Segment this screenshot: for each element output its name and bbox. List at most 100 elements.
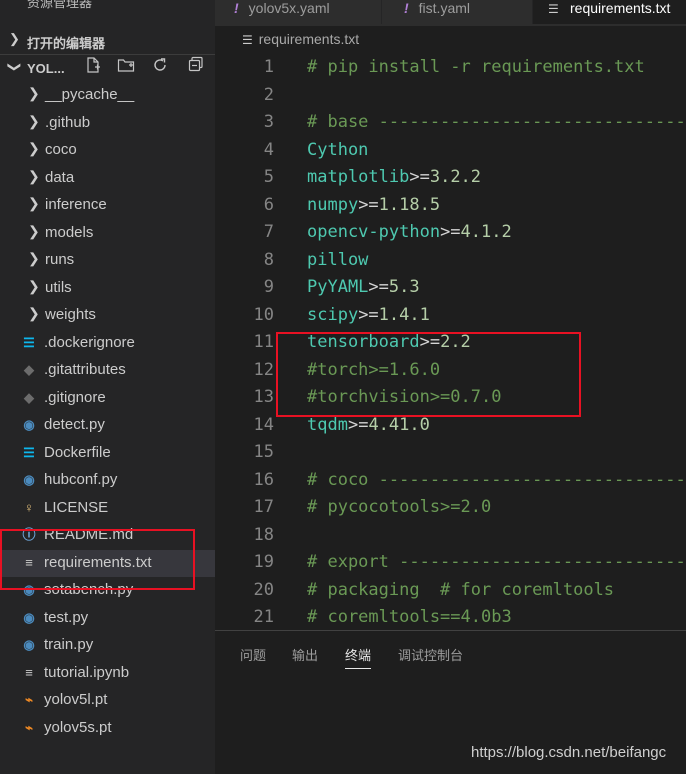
tree-folder[interactable]: ❯ .github: [0, 110, 215, 137]
tab-yolov5x-yaml[interactable]: ! yolov5x.yaml: [215, 0, 382, 24]
tab-fist-yaml[interactable]: ! fist.yaml: [382, 0, 533, 24]
code-line[interactable]: 18: [215, 522, 686, 549]
line-number: 12: [253, 359, 274, 380]
panel-tab-problems[interactable]: 问题: [240, 645, 266, 668]
tree-file[interactable]: ◉ test.py: [0, 605, 215, 632]
project-section[interactable]: ❯ YOL...: [0, 54, 215, 82]
code-line[interactable]: 20 # packaging # for coremltools: [215, 577, 686, 604]
git-icon: ◆: [24, 362, 34, 377]
panel-tab-debug-console[interactable]: 调试控制台: [398, 645, 463, 668]
line-number: 15: [253, 442, 274, 462]
tree-file[interactable]: ⌁ yolov5l.pt: [0, 687, 215, 714]
panel-tab-output[interactable]: 输出: [292, 645, 318, 668]
tree-item-label: utils: [45, 278, 72, 296]
code-text: tqdm>=4.41.0: [307, 414, 430, 435]
tree-file[interactable]: ◉ detect.py: [0, 412, 215, 439]
tab-label: yolov5x.yaml: [248, 0, 330, 16]
tree-item-label: detect.py: [44, 416, 105, 433]
project-label: YOL...: [27, 61, 65, 76]
more-actions-icon[interactable]: ···: [172, 0, 191, 7]
open-editors-section[interactable]: ❯ 打开的编辑器: [0, 27, 215, 54]
code-line[interactable]: 9 PyYAML>=5.3: [215, 274, 686, 301]
breadcrumb[interactable]: ☰ requirements.txt: [242, 31, 359, 47]
python-icon: ◉: [23, 609, 35, 625]
line-number: 3: [263, 112, 274, 132]
code-line[interactable]: 1 # pip install -r requirements.txt: [215, 54, 686, 81]
tree-file[interactable]: ≡ tutorial.ipynb: [0, 660, 215, 687]
line-number: 18: [253, 524, 274, 545]
tree-folder[interactable]: ❯ weights: [0, 302, 215, 329]
tree-item-label: .gitattributes: [44, 361, 126, 378]
tree-item-label: .dockerignore: [44, 333, 135, 351]
code-line[interactable]: 6 numpy>=1.18.5: [215, 192, 686, 219]
code-line[interactable]: 17 # pycocotools>=2.0: [215, 494, 686, 521]
tree-file[interactable]: ⌁ yolov5s.pt: [0, 715, 215, 742]
line-number: 6: [263, 194, 274, 215]
tree-file[interactable]: ◆ .gitignore: [0, 385, 215, 412]
line-number: 11: [253, 332, 274, 352]
new-folder-icon[interactable]: [116, 56, 136, 80]
tree-folder[interactable]: ❯ coco: [0, 137, 215, 164]
new-file-icon[interactable]: [83, 56, 103, 80]
tree-folder[interactable]: ❯ inference: [0, 192, 215, 219]
tree-item-label: tutorial.ipynb: [44, 663, 130, 681]
code-text: # packaging # for coremltools: [307, 579, 615, 600]
tree-folder[interactable]: ❯ models: [0, 220, 215, 247]
tree-item-label: data: [45, 168, 75, 186]
tree-folder[interactable]: ❯ data: [0, 165, 215, 192]
tree-file[interactable]: ◉ hubconf.py: [0, 467, 215, 494]
code-line[interactable]: 16 # coco -------------------------------…: [215, 467, 686, 494]
tree-file[interactable]: ♀ LICENSE: [0, 495, 215, 522]
code-line[interactable]: 7 opencv-python>=4.1.2: [215, 219, 686, 246]
tree-file[interactable]: ◆ .gitattributes: [0, 357, 215, 384]
open-editors-label: 打开的编辑器: [27, 36, 106, 51]
code-text: matplotlib>=3.2.2: [307, 167, 482, 187]
code-text: # base ---------------------------------…: [307, 112, 686, 132]
tree-folder[interactable]: ❯ __pycache__: [0, 82, 215, 109]
chevron-right-icon: ❯: [28, 167, 40, 184]
code-line[interactable]: 19 # export -----------------------------…: [215, 549, 686, 576]
code-line[interactable]: 3 # base --------------------------------…: [215, 109, 686, 136]
chevron-right-icon: ❯: [28, 222, 40, 239]
tree-file[interactable]: ☰ Dockerfile: [0, 440, 215, 467]
tree-item-label: train.py: [44, 636, 94, 653]
code-text: Cython: [307, 139, 369, 160]
code-text: # coco ---------------------------------…: [307, 469, 686, 490]
chevron-right-icon: ❯: [28, 277, 40, 294]
license-icon: ♀: [24, 499, 34, 515]
code-line[interactable]: 5 matplotlib>=3.2.2: [215, 164, 686, 191]
code-line[interactable]: 2: [215, 82, 686, 109]
code-line[interactable]: 10 scipy>=1.4.1: [215, 302, 686, 329]
code-text: # export -------------------------------…: [307, 552, 686, 572]
collapse-all-icon[interactable]: [186, 56, 206, 80]
breadcrumb-file: requirements.txt: [258, 31, 360, 47]
python-icon: ◉: [23, 637, 35, 652]
tree-item-label: .gitignore: [44, 388, 106, 406]
tree-file[interactable]: ☰ .dockerignore: [0, 330, 215, 357]
annotation-box-requirements-file: [0, 529, 195, 590]
tab-requirements-txt[interactable]: ☰ requirements.txt: [533, 0, 686, 24]
tree-folder[interactable]: ❯ utils: [0, 275, 215, 302]
chevron-right-icon: ❯: [28, 85, 40, 101]
tree-item-label: hubconf.py: [44, 471, 118, 488]
watermark: https://blog.csdn.net/beifangc: [471, 744, 667, 761]
tab-bar: ! yolov5x.yaml ! fist.yaml ☰ requirements.t…: [215, 0, 686, 26]
refresh-icon[interactable]: [150, 56, 170, 80]
chevron-right-icon: ❯: [28, 195, 40, 211]
panel-tab-terminal[interactable]: 终端: [345, 645, 372, 669]
chevron-right-icon: ❯: [9, 31, 20, 46]
tab-label: fist.yaml: [418, 0, 471, 16]
code-text: # coremltools==4.0b3: [307, 607, 512, 627]
code-line[interactable]: 21 # coremltools==4.0b3: [215, 604, 686, 630]
tree-folder[interactable]: ❯ runs: [0, 247, 215, 274]
code-text: pillow: [307, 249, 369, 270]
tree-item-label: __pycache__: [45, 86, 135, 103]
explorer-sidebar: 资源管理器 ··· ❯ 打开的编辑器 ❯ YOL... ❯ __pycache__…: [0, 0, 215, 773]
tree-file[interactable]: ◉ train.py: [0, 632, 215, 659]
line-number: 20: [253, 579, 274, 600]
code-line[interactable]: 4 Cython: [215, 137, 686, 164]
code-line[interactable]: 15: [215, 439, 686, 466]
tree-item-label: yolov5l.pt: [44, 691, 108, 708]
code-line[interactable]: 8 pillow: [215, 247, 686, 274]
tree-item-label: test.py: [44, 608, 89, 626]
